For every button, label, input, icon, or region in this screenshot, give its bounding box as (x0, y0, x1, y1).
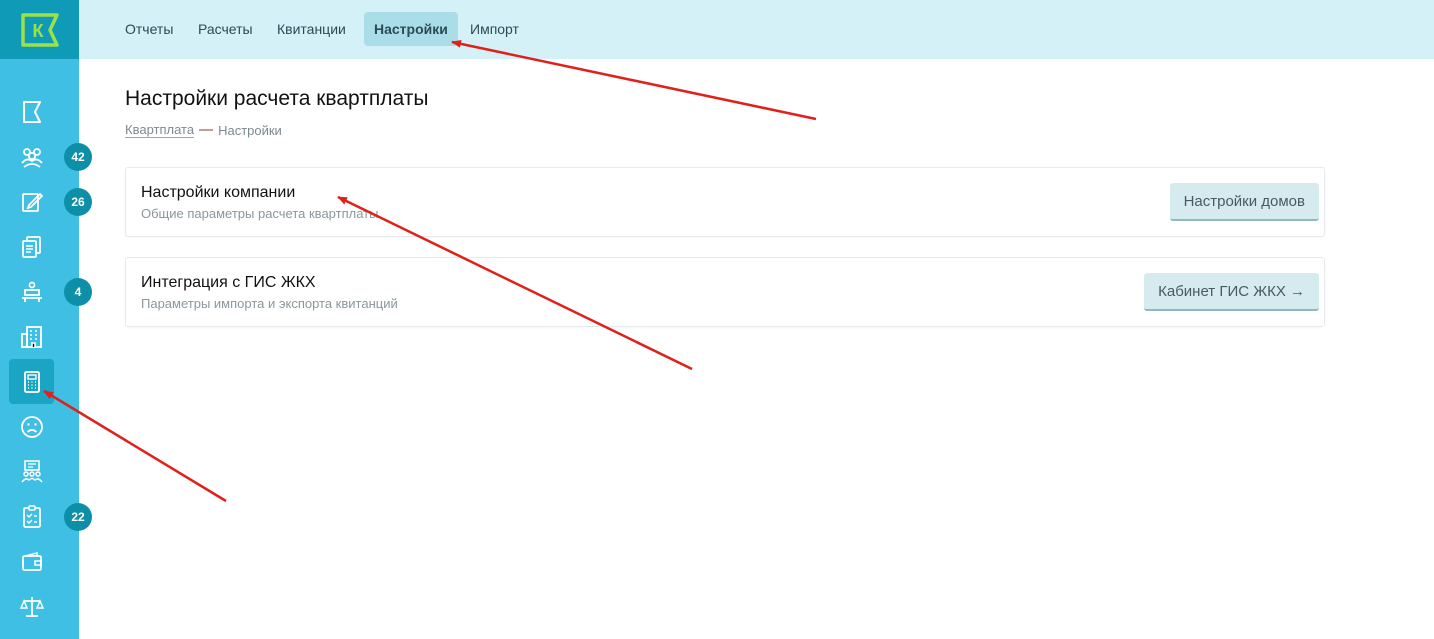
top-nav: Отчеты Расчеты Квитанции Настройки Импор… (79, 0, 1434, 59)
documents-icon (21, 235, 41, 258)
company-settings-card: Настройки компании Общие параметры расче… (125, 167, 1325, 237)
checklist-icon (22, 504, 41, 528)
sidebar-item-desk[interactable] (9, 269, 54, 314)
sad-face-icon (20, 415, 43, 438)
house-settings-button[interactable]: Настройки домов (1169, 183, 1319, 221)
sidebar-item-wallet[interactable] (9, 539, 54, 584)
wallet-icon (21, 551, 42, 571)
card-title: Интеграция с ГИС ЖКХ (141, 274, 316, 291)
sidebar-item-complaints[interactable] (9, 404, 54, 449)
gis-integration-card: Интеграция с ГИС ЖКХ Параметры импорта и… (125, 257, 1325, 327)
sidebar-item-legal[interactable] (9, 584, 54, 629)
card-subtitle: Параметры импорта и экспорта квитанций (141, 296, 398, 311)
sidebar-item-meetings[interactable] (9, 449, 54, 494)
card-subtitle: Общие параметры расчета квартплаты (141, 206, 379, 221)
logo-letter: К (32, 21, 44, 41)
sidebar-item-people[interactable] (9, 134, 54, 179)
group-board-icon (20, 459, 43, 482)
gis-cabinet-button[interactable]: Кабинет ГИС ЖКХ → (1144, 273, 1319, 311)
tab-calculations[interactable]: Расчеты (188, 12, 263, 46)
sidebar-item-calculator[interactable] (9, 359, 54, 404)
tab-import[interactable]: Импорт (460, 12, 529, 46)
app-root: К 42 26 4 22 Отчеты Расчеты Квитанции На… (0, 0, 1434, 639)
sidebar-item-documents[interactable] (9, 224, 54, 269)
logo[interactable]: К (0, 0, 79, 59)
logo-icon: К (20, 12, 59, 47)
card-title: Настройки компании (141, 184, 296, 201)
people-badge: 42 (64, 143, 92, 171)
flag-icon (22, 100, 41, 123)
breadcrumb-current: Настройки (218, 122, 282, 138)
building-icon (20, 325, 42, 348)
page-title: Настройки расчета квартплаты (125, 87, 429, 110)
sidebar: К 42 26 4 22 (0, 0, 92, 639)
sidebar-item-checklist[interactable] (9, 494, 54, 539)
checklist-badge: 22 (64, 503, 92, 531)
edit-badge: 26 (64, 188, 92, 216)
breadcrumb-link[interactable]: Квартплата (125, 122, 195, 138)
desk-badge: 4 (64, 278, 92, 306)
breadcrumb-separator (199, 129, 214, 131)
tab-receipts[interactable]: Квитанции (267, 12, 356, 46)
calculator-icon (23, 370, 40, 393)
sidebar-item-building[interactable] (9, 314, 54, 359)
breadcrumb: Квартплата Настройки (125, 122, 282, 138)
tab-reports[interactable]: Отчеты (115, 12, 183, 46)
tab-settings[interactable]: Настройки (364, 12, 458, 46)
sidebar-item-edit[interactable] (9, 179, 54, 224)
scales-icon (19, 596, 44, 617)
desk-icon (21, 281, 42, 302)
people-icon (20, 147, 43, 168)
sidebar-item-flag[interactable] (9, 89, 54, 134)
edit-icon (21, 192, 43, 212)
